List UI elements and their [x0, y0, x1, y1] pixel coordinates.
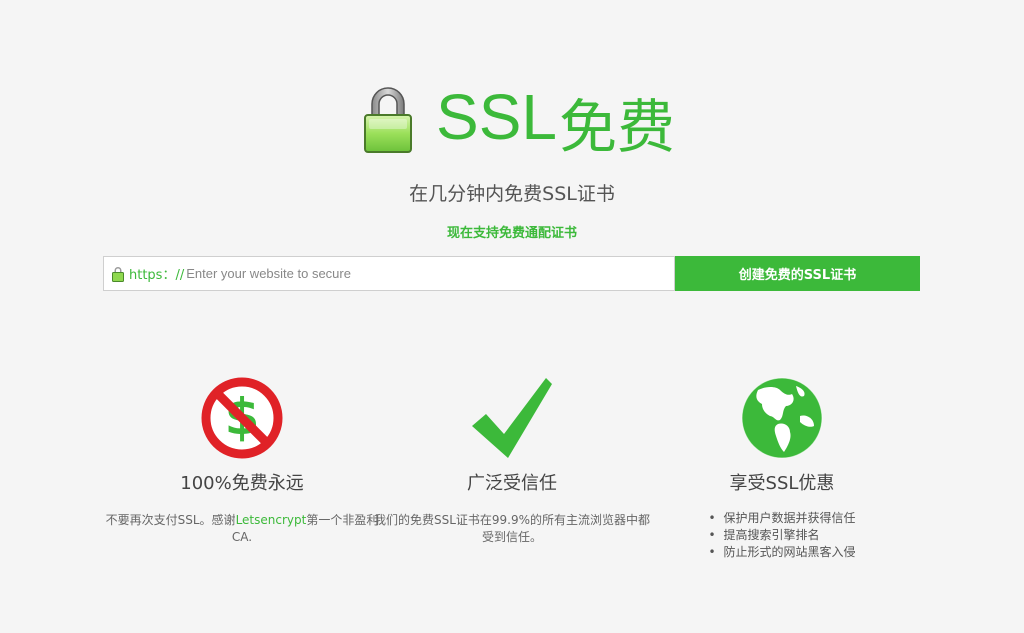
create-free-ssl-button[interactable]: 创建免费的SSL证书 [675, 256, 920, 291]
letsencrypt-link[interactable]: Letsencrypt [236, 513, 307, 527]
no-dollar-icon: $ [201, 377, 283, 459]
page: SSL 免费 在几分钟内免费SSL证书 现在支持免费通配证书 https：// … [0, 0, 1024, 633]
feature-description: 不要再次支付SSL。感谢Letsencrypt第一个非盈利CA. [102, 512, 382, 546]
lock-icon [364, 87, 412, 153]
domain-input[interactable] [186, 258, 607, 289]
feature-title: 享受SSL优惠 [729, 473, 835, 494]
benefits-list: 保护用户数据并获得信任 提高搜索引擎排名 防止形式的网站黑客入侵 [708, 510, 856, 561]
small-lock-icon [112, 266, 124, 282]
feature-title: 广泛受信任 [467, 473, 557, 494]
domain-input-wrapper: https：// [103, 256, 675, 291]
list-item: 防止形式的网站黑客入侵 [708, 544, 856, 561]
hero-title-free: 免费 [558, 93, 675, 161]
feature-trusted: 广泛受信任 我们的免费SSL证书在99.9%的所有主流浏览器中都受到信任。 [372, 376, 652, 546]
hero-title: SSL 免费 [362, 82, 675, 172]
page-subtitle: 在几分钟内免费SSL证书 [409, 183, 615, 205]
feature-desc-text: 不要再次支付SSL。感谢 [105, 513, 236, 527]
hero-title-ssl: SSL [436, 81, 557, 153]
list-item: 保护用户数据并获得信任 [708, 510, 856, 527]
feature-free: $ 100%免费永远 不要再次支付SSL。感谢Letsencrypt第一个非盈利… [102, 376, 382, 546]
wildcard-note: 现在支持免费通配证书 [446, 226, 577, 241]
checkmark-icon [472, 378, 552, 458]
feature-benefits: 享受SSL优惠 保护用户数据并获得信任 提高搜索引擎排名 防止形式的网站黑客入侵 [642, 376, 922, 561]
https-prefix: https：// [129, 268, 185, 283]
feature-description: 我们的免费SSL证书在99.9%的所有主流浏览器中都受到信任。 [373, 513, 651, 544]
domain-form: https：// 创建免费的SSL证书 [103, 256, 920, 291]
list-item: 提高搜索引擎排名 [708, 527, 855, 544]
feature-title: 100%免费永远 [180, 473, 304, 494]
globe-icon [741, 377, 823, 459]
